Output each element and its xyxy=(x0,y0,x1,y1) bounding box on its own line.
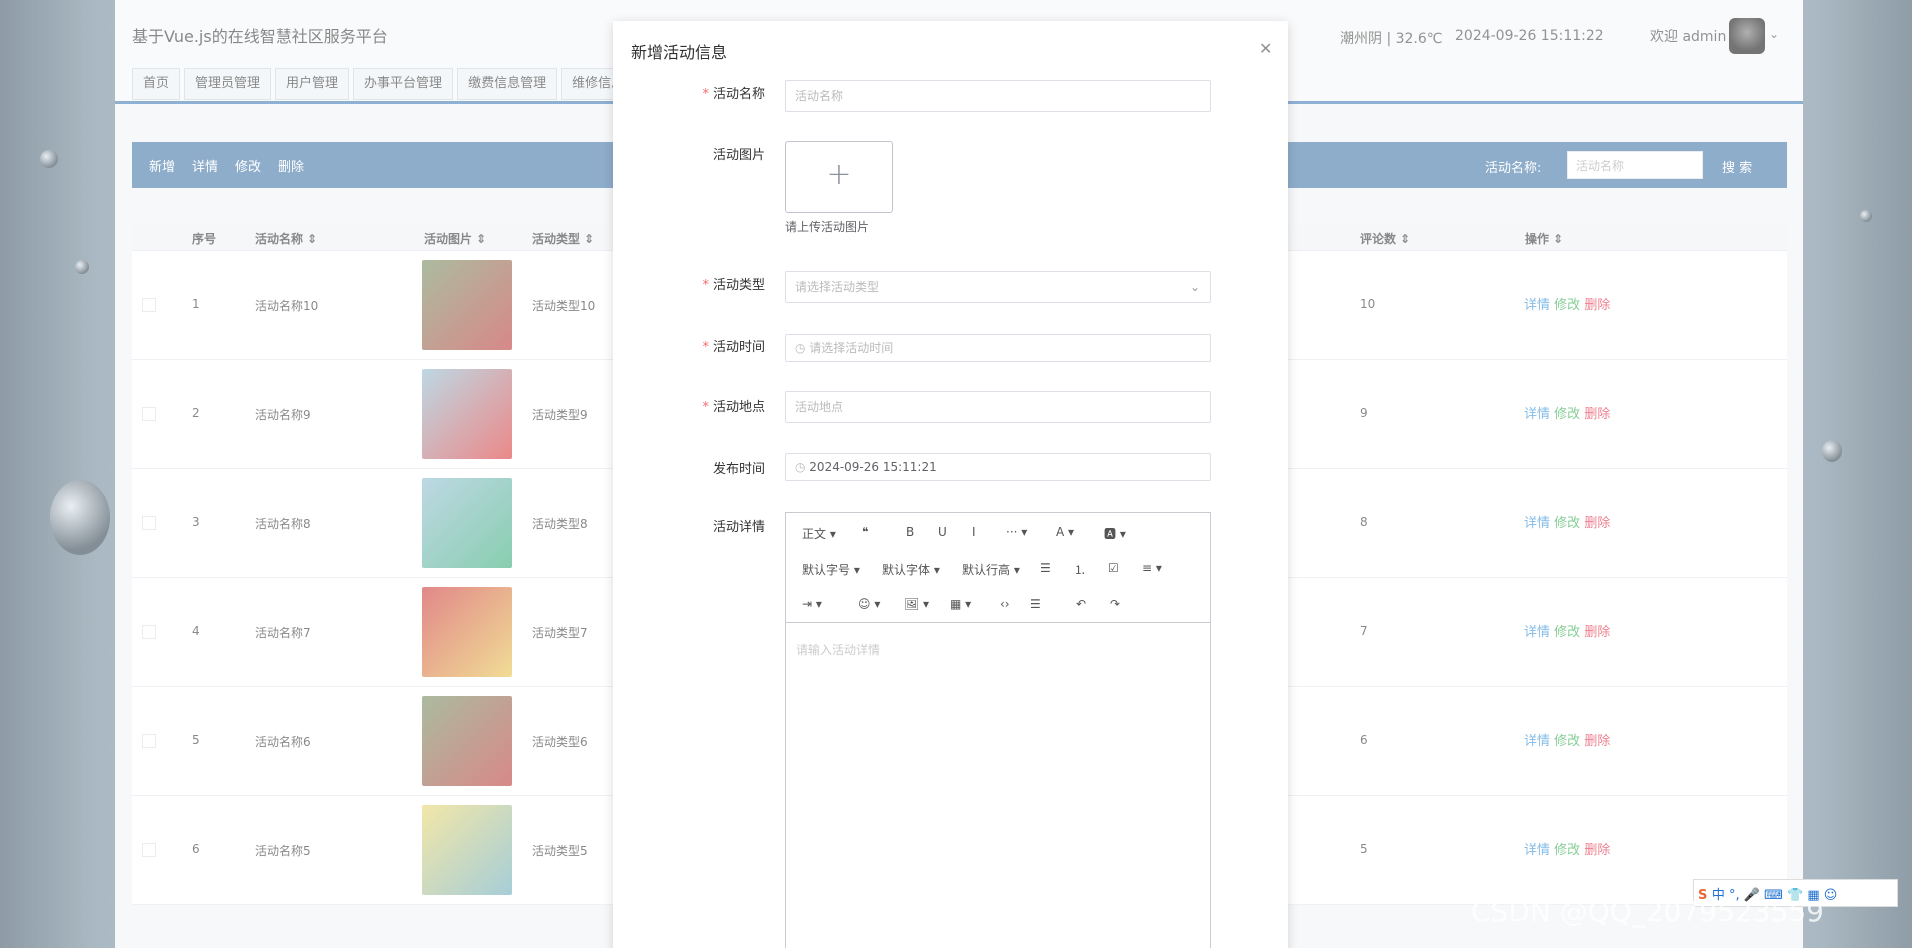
publish-time-picker[interactable]: ◷ 2024-09-26 15:11:21 xyxy=(785,453,1211,481)
editor-tool-2-1[interactable]: ☺ ▾ xyxy=(858,597,880,611)
activity-time-picker[interactable]: ◷ 请选择活动时间 xyxy=(785,334,1211,362)
editor-tool-2-5[interactable]: ☰ xyxy=(1030,597,1041,611)
editor-tool-0-4[interactable]: I xyxy=(972,525,976,539)
activity-type-select[interactable]: 请选择活动类型 ⌄ xyxy=(785,271,1211,303)
upload-plus-icon[interactable]: + xyxy=(785,141,893,213)
clock-icon: ◷ xyxy=(795,341,810,355)
editor-tool-2-3[interactable]: ▦ ▾ xyxy=(950,597,971,611)
editor-tool-0-3[interactable]: U xyxy=(938,525,947,539)
editor-tool-2-4[interactable]: ‹› xyxy=(1000,597,1010,611)
place-label: * 活动地点 xyxy=(702,400,765,415)
editor-tool-0-1[interactable]: ❝ xyxy=(862,525,868,539)
close-icon[interactable]: ✕ xyxy=(1259,39,1272,58)
activity-name-input[interactable]: 活动名称 xyxy=(785,80,1211,112)
editor-tool-0-6[interactable]: A ▾ xyxy=(1056,525,1074,539)
editor-tool-2-2[interactable]: 🖼 ▾ xyxy=(904,597,929,611)
editor-tool-2-0[interactable]: ⇥ ▾ xyxy=(802,597,822,611)
chevron-down-icon: ⌄ xyxy=(1189,280,1200,294)
detail-label: 活动详情 xyxy=(712,520,765,535)
editor-tool-0-7[interactable]: 🅰 ▾ xyxy=(1104,525,1126,542)
editor-tool-2-6[interactable]: ↶ xyxy=(1076,597,1086,611)
editor-tool-1-2[interactable]: 默认行高 ▾ xyxy=(962,561,1020,578)
dialog-title: 新增活动信息 xyxy=(631,43,728,62)
editor-toolbar: 正文 ▾ ❝ B U I ··· ▾ A ▾ 🅰 ▾ 默认字号 ▾ 默认字体 ▾ 默认行高 ▾ ☰ ⒈ ☑… xyxy=(786,513,1210,623)
editor-tool-0-0[interactable]: 正文 ▾ xyxy=(802,525,836,542)
editor-tool-1-6[interactable]: ≡ ▾ xyxy=(1142,561,1162,575)
publish-label: 发布时间 xyxy=(712,462,765,477)
editor-tool-1-0[interactable]: 默认字号 ▾ xyxy=(802,561,860,578)
editor-tool-2-7[interactable]: ↷ xyxy=(1110,597,1120,611)
image-label: 活动图片 xyxy=(712,148,765,163)
add-activity-dialog: 新增活动信息 ✕ * 活动名称 活动名称 活动图片 + 请上传活动图片 * 活动类型… xyxy=(613,21,1288,948)
editor-tool-1-1[interactable]: 默认字体 ▾ xyxy=(882,561,940,578)
upload-hint: 请上传活动图片 xyxy=(785,220,870,234)
activity-place-input[interactable]: 活动地点 xyxy=(785,391,1211,423)
type-label: * 活动类型 xyxy=(702,278,765,293)
watermark: CSDN @QQ_2079523559 xyxy=(1471,895,1824,928)
clock-icon: ◷ xyxy=(795,460,810,474)
editor-tool-1-5[interactable]: ☑ xyxy=(1108,561,1119,575)
time-label: * 活动时间 xyxy=(702,340,765,355)
editor-tool-1-3[interactable]: ☰ xyxy=(1040,561,1051,575)
editor-placeholder[interactable]: 请输入活动详情 xyxy=(796,641,880,658)
name-label: * 活动名称 xyxy=(702,87,765,102)
rich-text-editor[interactable]: 正文 ▾ ❝ B U I ··· ▾ A ▾ 🅰 ▾ 默认字号 ▾ 默认字体 ▾ 默认行高 ▾ ☰ ⒈ ☑… xyxy=(785,512,1211,948)
editor-tool-0-5[interactable]: ··· ▾ xyxy=(1006,525,1027,539)
editor-tool-0-2[interactable]: B xyxy=(906,525,914,539)
editor-tool-1-4[interactable]: ⒈ xyxy=(1074,561,1086,578)
